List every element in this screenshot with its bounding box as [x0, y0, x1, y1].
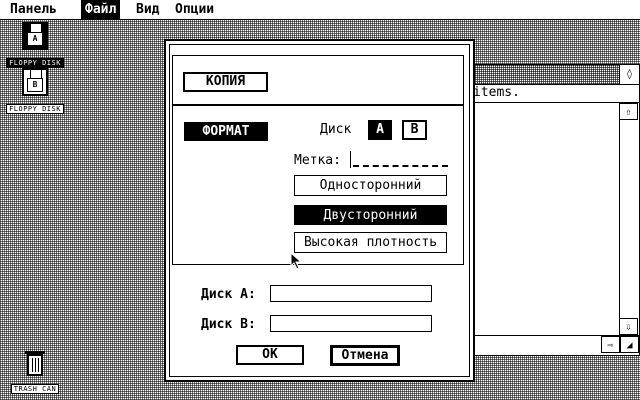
single-sided-button[interactable]: Односторонний	[294, 175, 447, 196]
horizontal-scrollbar[interactable]: ⇨ ◢	[471, 335, 639, 355]
trash-can[interactable]: TRASH CAN	[6, 351, 64, 395]
scroll-right-icon[interactable]: ⇨	[601, 336, 620, 353]
drive-b-icon[interactable]: B FLOPPY DISK	[6, 68, 64, 115]
trash-can-caption: TRASH CAN	[10, 384, 60, 394]
disk-b-field	[270, 315, 432, 332]
menu-bar: Панель Файл Вид Опции	[0, 0, 640, 20]
window-info-line: items.	[473, 85, 520, 100]
floppy-disk-icon: A	[22, 22, 48, 50]
input-mask-dot	[416, 165, 418, 167]
input-mask	[353, 165, 448, 167]
double-sided-button[interactable]: Двусторонний	[294, 205, 447, 225]
volume-label-input[interactable]	[350, 151, 448, 169]
volume-label-label: Метка:	[294, 153, 341, 168]
fuller-box-icon[interactable]: ◊	[619, 65, 639, 85]
disk-b-label: Диск B:	[201, 317, 256, 332]
window-title-bar[interactable]	[471, 65, 619, 85]
scroll-up-icon[interactable]: ⇧	[619, 103, 638, 120]
disk-a-field	[270, 285, 432, 302]
vertical-scrollbar[interactable]: ⇧ ⇩	[619, 103, 639, 335]
size-box-icon[interactable]: ◢	[620, 336, 639, 353]
background-window: ◊ items. ⇧ ⇩ ⇨ ◢	[470, 64, 640, 356]
mouse-pointer-icon	[290, 252, 303, 270]
copy-button[interactable]: КОПИЯ	[183, 72, 268, 92]
drive-a-option[interactable]: A	[368, 120, 392, 140]
cancel-button[interactable]: Отмена	[330, 345, 400, 366]
menu-panel[interactable]: Панель	[6, 0, 61, 19]
format-button[interactable]: ФОРМАТ	[184, 122, 268, 141]
drive-a-caption: FLOPPY DISK	[6, 58, 64, 68]
drive-a-icon[interactable]: A FLOPPY DISK	[6, 22, 64, 69]
menu-view[interactable]: Вид	[132, 0, 163, 19]
scroll-down-icon[interactable]: ⇩	[619, 318, 638, 335]
high-density-button[interactable]: Высокая плотность	[294, 232, 447, 253]
text-cursor	[350, 151, 351, 168]
disk-a-label: Диск A:	[201, 287, 256, 302]
panel-divider	[172, 104, 464, 106]
drive-b-caption: FLOPPY DISK	[6, 104, 64, 114]
drive-b-option[interactable]: B	[402, 120, 427, 140]
ok-button[interactable]: OK	[236, 345, 304, 365]
menu-file[interactable]: Файл	[81, 0, 121, 19]
trash-can-icon	[25, 351, 45, 376]
floppy-disk-icon: B	[22, 68, 48, 96]
disk-label: Диск	[320, 122, 352, 137]
menu-options[interactable]: Опции	[171, 0, 218, 19]
